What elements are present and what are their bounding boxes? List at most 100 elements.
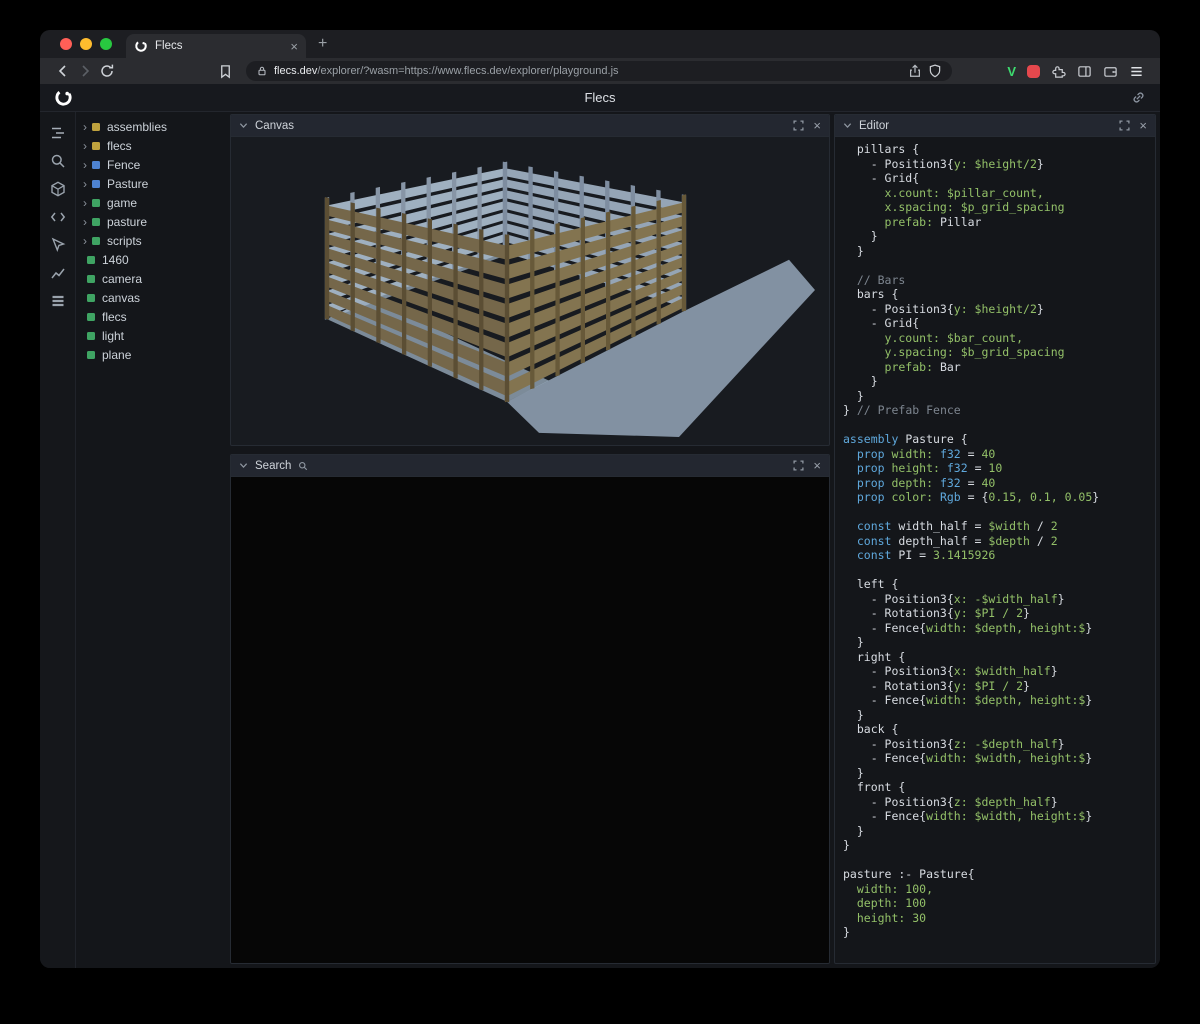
tree-item-canvas[interactable]: canvas	[76, 288, 230, 307]
code-line: depth: 100	[843, 896, 1155, 911]
inspect-icon[interactable]	[47, 236, 69, 254]
shield-icon[interactable]	[928, 64, 942, 78]
tree-item-camera[interactable]: camera	[76, 269, 230, 288]
back-button[interactable]	[52, 60, 74, 82]
tree-item-flecs[interactable]: ›flecs	[76, 136, 230, 155]
expand-arrow-icon[interactable]: ›	[83, 216, 92, 228]
expand-arrow-icon[interactable]: ›	[83, 197, 92, 209]
code-line: - Position3{y: $height/2}	[843, 302, 1155, 317]
menu-icon[interactable]	[1129, 64, 1144, 79]
code-line: const PI = 3.1415926	[843, 548, 1155, 563]
entity-kind-swatch	[87, 313, 95, 321]
code-line: - Position3{z: $depth_half}	[843, 795, 1155, 810]
fullscreen-icon[interactable]	[1119, 120, 1130, 131]
code-line: }	[843, 229, 1155, 244]
bookmark-icon[interactable]	[214, 60, 236, 82]
tree-item-flecs[interactable]: flecs	[76, 307, 230, 326]
close-panel-icon[interactable]: ×	[813, 119, 821, 132]
canvas-panel: Canvas ×	[230, 114, 830, 446]
code-line: - Position3{x: $width_half}	[843, 664, 1155, 679]
expand-arrow-icon[interactable]: ›	[83, 159, 92, 171]
panel-title: Editor	[859, 120, 889, 132]
fullscreen-icon[interactable]	[793, 120, 804, 131]
extension-v-icon[interactable]: V	[1007, 64, 1016, 79]
code-line: y.spacing: $b_grid_spacing	[843, 345, 1155, 360]
wallet-icon[interactable]	[1103, 64, 1118, 79]
entity-kind-swatch	[92, 199, 100, 207]
tab-close-icon[interactable]: ×	[290, 40, 298, 53]
expand-arrow-icon[interactable]: ›	[83, 140, 92, 152]
tree-item-label: flecs	[102, 310, 127, 324]
close-panel-icon[interactable]: ×	[1139, 119, 1147, 132]
app-header: Flecs	[40, 84, 1160, 112]
entity-kind-swatch	[87, 294, 95, 302]
entity-kind-swatch	[87, 351, 95, 359]
share-icon[interactable]	[908, 64, 922, 78]
tree-item-Fence[interactable]: ›Fence	[76, 155, 230, 174]
stats-icon[interactable]	[47, 264, 69, 282]
reload-button[interactable]	[96, 60, 118, 82]
tree-view-icon[interactable]	[47, 124, 69, 142]
collapse-chevron-icon[interactable]	[843, 121, 852, 130]
extension-cluster: V	[1007, 64, 1148, 79]
browser-toolbar: flecs.dev/explorer/?wasm=https://www.fle…	[40, 58, 1160, 84]
code-line	[843, 258, 1155, 273]
tree-item-pasture[interactable]: ›pasture	[76, 212, 230, 231]
editor-code[interactable]: pillars { - Position3{y: $height/2} - Gr…	[835, 137, 1155, 963]
tree-item-label: Pasture	[107, 177, 148, 191]
code-icon[interactable]	[47, 208, 69, 226]
expand-arrow-icon[interactable]: ›	[83, 235, 92, 247]
canvas-3d-viewport[interactable]	[231, 137, 829, 445]
collapse-chevron-icon[interactable]	[239, 461, 248, 470]
extension-red-icon[interactable]	[1027, 65, 1040, 78]
entity-kind-swatch	[92, 123, 100, 131]
expand-arrow-icon[interactable]: ›	[83, 121, 92, 133]
tree-item-label: plane	[102, 348, 131, 362]
tree-item-plane[interactable]: plane	[76, 345, 230, 364]
canvas-3d-scene	[231, 137, 829, 445]
code-line: - Fence{width: $width, height:$}	[843, 809, 1155, 824]
tree-item-assemblies[interactable]: ›assemblies	[76, 117, 230, 136]
tree-item-label: canvas	[102, 291, 140, 305]
tree-item-label: camera	[102, 272, 142, 286]
browser-window: Flecs × + flecs.dev/explore	[40, 30, 1160, 968]
code-line: prop height: f32 = 10	[843, 461, 1155, 476]
fullscreen-icon[interactable]	[793, 460, 804, 471]
browser-tab[interactable]: Flecs ×	[126, 34, 306, 58]
code-line: - Position3{y: $height/2}	[843, 157, 1155, 172]
rows-icon[interactable]	[47, 292, 69, 310]
close-panel-icon[interactable]: ×	[813, 459, 821, 472]
tree-item-1460[interactable]: 1460	[76, 250, 230, 269]
cube-icon[interactable]	[47, 180, 69, 198]
code-line: back {	[843, 722, 1155, 737]
code-line: }	[843, 635, 1155, 650]
desktop: Flecs × + flecs.dev/explore	[0, 0, 1200, 1024]
code-line: - Position3{x: -$width_half}	[843, 592, 1155, 607]
sidebar-toggle-icon[interactable]	[1077, 64, 1092, 79]
tab-title: Flecs	[155, 40, 283, 52]
tree-item-game[interactable]: ›game	[76, 193, 230, 212]
code-line: x.count: $pillar_count,	[843, 186, 1155, 201]
new-tab-button[interactable]: +	[318, 35, 327, 53]
tree-item-scripts[interactable]: › scripts	[76, 231, 230, 250]
code-line: right {	[843, 650, 1155, 665]
zoom-window-button[interactable]	[100, 38, 112, 50]
canvas-panel-header: Canvas ×	[231, 115, 829, 137]
tree-item-label: scripts	[107, 234, 142, 248]
search-results-area[interactable]	[231, 477, 829, 963]
tree-item-Pasture[interactable]: › Pasture	[76, 174, 230, 193]
tree-item-label: light	[102, 329, 124, 343]
expand-arrow-icon[interactable]: ›	[83, 178, 92, 190]
extensions-puzzle-icon[interactable]	[1051, 64, 1066, 79]
close-window-button[interactable]	[60, 38, 72, 50]
minimize-window-button[interactable]	[80, 38, 92, 50]
code-line: y.count: $bar_count,	[843, 331, 1155, 346]
entity-kind-swatch	[92, 142, 100, 150]
editor-panel: Editor × pillars { - Position3{y: $heigh…	[834, 114, 1156, 964]
collapse-chevron-icon[interactable]	[239, 121, 248, 130]
search-icon[interactable]	[47, 152, 69, 170]
tree-item-light[interactable]: light	[76, 326, 230, 345]
forward-button[interactable]	[74, 60, 96, 82]
address-bar[interactable]: flecs.dev/explorer/?wasm=https://www.fle…	[246, 61, 952, 81]
code-line: prefab: Pillar	[843, 215, 1155, 230]
